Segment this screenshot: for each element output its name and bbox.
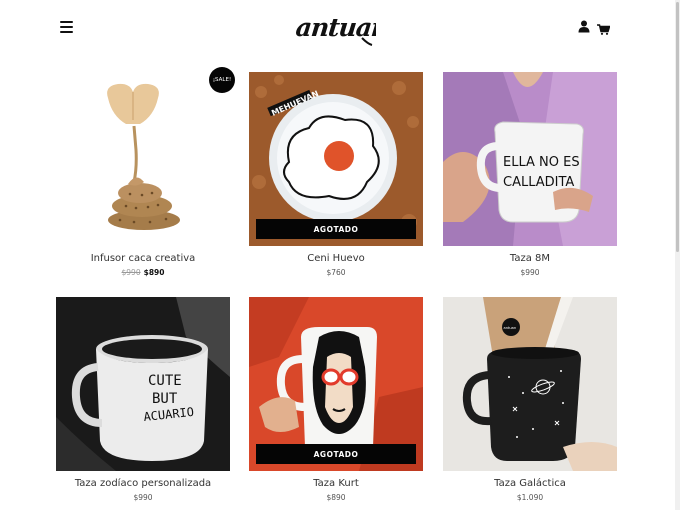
product-name[interactable]: Taza Kurt xyxy=(249,478,423,489)
hamburger-icon[interactable] xyxy=(60,21,73,33)
product-card[interactable]: Infusor caca creativa $990 $890 xyxy=(56,72,230,277)
mug-text-line-1: ELLA NO ES xyxy=(503,155,580,170)
product-price: $990 xyxy=(133,493,153,502)
sold-out-label: AGOTADO xyxy=(256,219,416,239)
product-image[interactable]: AGOTADO xyxy=(249,297,423,471)
product-image[interactable]: MEHUEVAN AGOTADO xyxy=(249,72,423,246)
mug-text-line-2: CALLADITA xyxy=(503,175,574,190)
product-image[interactable] xyxy=(56,72,230,246)
product-image[interactable]: antuan xyxy=(443,297,617,471)
product-card[interactable]: CUTE BUT ACUARIO Taza zodíaco personaliz… xyxy=(56,297,230,502)
galactic-mug-illustration: antuan xyxy=(443,297,617,471)
product-name[interactable]: Infusor caca creativa xyxy=(56,253,230,264)
scrollbar-thumb[interactable] xyxy=(676,2,679,252)
product-price: $890 xyxy=(326,493,346,502)
product-price: $990 xyxy=(520,268,540,277)
mug-text-line-1: CUTE xyxy=(148,373,182,389)
bag-logo: antuan xyxy=(504,326,517,330)
product-image[interactable]: ELLA NO ES CALLADITA xyxy=(443,72,617,246)
product-name[interactable]: Taza 8M xyxy=(443,253,617,264)
user-icon[interactable] xyxy=(578,20,590,33)
cart-icon[interactable] xyxy=(597,22,611,35)
product-image[interactable]: CUTE BUT ACUARIO xyxy=(56,297,230,471)
product-card[interactable]: MEHUEVAN AGOTADO Ceni Huevo $760 xyxy=(249,72,423,277)
product-price: $1.090 xyxy=(516,493,544,502)
product-card[interactable]: antuan Taza Galáctica $1.090 xyxy=(443,297,617,502)
sold-out-label: AGOTADO xyxy=(256,444,416,464)
product-name[interactable]: Taza Galáctica xyxy=(443,478,617,489)
product-name[interactable]: Ceni Huevo xyxy=(249,253,423,264)
svg-text:antuan: antuan xyxy=(296,12,376,42)
zodiac-mug-illustration: CUTE BUT ACUARIO xyxy=(56,297,230,471)
mug-text-line-2: BUT xyxy=(152,391,178,407)
logo-wordmark: antuan xyxy=(294,12,390,46)
page-scrollbar[interactable] xyxy=(675,0,680,510)
product-old-price: $990 xyxy=(121,268,141,277)
product-card[interactable]: AGOTADO Taza Kurt $890 xyxy=(249,297,423,502)
mug-8m-illustration: ELLA NO ES CALLADITA xyxy=(443,72,617,246)
infuser-illustration xyxy=(56,72,230,246)
product-sale-price: $890 xyxy=(143,268,165,277)
product-card[interactable]: ELLA NO ES CALLADITA Taza 8M $990 xyxy=(443,72,617,277)
product-name[interactable]: Taza zodíaco personalizada xyxy=(56,478,230,489)
brand-logo[interactable]: antuan xyxy=(294,8,390,46)
product-price: $990 $890 xyxy=(56,268,230,277)
sale-badge: ¡SALE! xyxy=(209,67,235,93)
product-price: $760 xyxy=(326,268,346,277)
site-header: antuan xyxy=(0,0,680,55)
